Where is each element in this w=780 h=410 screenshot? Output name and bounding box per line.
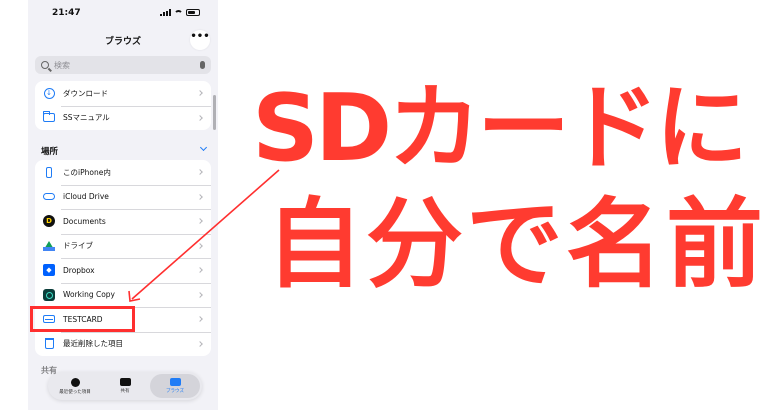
sidebar-item-documents[interactable]: D Documents <box>35 209 211 234</box>
list-item-label: Working Copy <box>63 290 115 300</box>
list-item-label: ダウンロード <box>63 88 108 98</box>
chevron-right-icon <box>197 340 203 347</box>
chevron-right-icon <box>197 316 203 323</box>
list-item-label: ドライブ <box>63 241 93 251</box>
status-icons <box>160 9 200 16</box>
chevron-right-icon <box>197 218 203 225</box>
dropbox-icon: ◆ <box>43 264 55 277</box>
chevron-right-icon <box>197 169 203 176</box>
icloud-icon <box>43 191 55 203</box>
folder-icon <box>43 111 55 124</box>
search-field[interactable]: 検索 <box>35 56 211 74</box>
chevron-right-icon <box>197 242 203 249</box>
working-copy-icon <box>43 288 55 301</box>
chevron-down-icon[interactable] <box>199 143 208 152</box>
list-item-label: 最近削除した項目 <box>63 339 123 349</box>
chevron-right-icon <box>197 90 203 97</box>
signal-icon <box>160 9 171 16</box>
download-icon: ↓ <box>43 87 55 99</box>
microphone-icon[interactable] <box>200 61 205 69</box>
google-drive-icon <box>43 240 55 252</box>
list-item-label: Documents <box>63 216 106 226</box>
search-icon <box>41 61 49 69</box>
more-options-button[interactable]: ••• <box>190 30 210 50</box>
sidebar-item-working-copy[interactable]: Working Copy <box>35 282 211 308</box>
sidebar-item-icloud-drive[interactable]: iCloud Drive <box>35 184 211 210</box>
wifi-icon <box>174 9 183 16</box>
tab-recents[interactable]: 最近使った項目 <box>50 374 100 398</box>
documents-app-icon: D <box>43 215 55 228</box>
folder-icon <box>169 378 181 386</box>
tab-bar: 最近使った項目 共有 ブラウズ <box>48 372 202 400</box>
sidebar-item-google-drive[interactable]: ドライブ <box>35 233 211 259</box>
iphone-icon <box>43 166 55 178</box>
battery-icon <box>186 9 200 16</box>
list-item-label: Dropbox <box>63 265 95 275</box>
highlight-box <box>30 306 135 332</box>
list-item-label: このiPhone内 <box>63 167 111 177</box>
list-item-label: iCloud Drive <box>63 192 109 202</box>
shared-icon <box>119 378 131 386</box>
sidebar-item-dropbox[interactable]: ◆ Dropbox <box>35 258 211 283</box>
caption-line-1: SDカードに <box>252 74 748 182</box>
chevron-right-icon <box>197 267 203 274</box>
chevron-right-icon <box>197 291 203 298</box>
sidebar-item-on-my-iphone[interactable]: このiPhone内 <box>35 160 211 185</box>
status-bar: 21:47 <box>28 0 218 28</box>
status-time: 21:47 <box>52 8 81 18</box>
search-input[interactable]: 検索 <box>54 60 200 71</box>
tab-browse[interactable]: ブラウズ <box>150 374 200 398</box>
tab-label: 共有 <box>120 389 130 394</box>
clock-icon <box>70 377 80 387</box>
chevron-right-icon <box>197 193 203 200</box>
scroll-indicator[interactable] <box>213 95 216 130</box>
locations-section-header: 場所 <box>41 147 59 157</box>
tab-label: 最近使った項目 <box>59 389 91 395</box>
tab-label: ブラウズ <box>166 389 184 394</box>
chevron-right-icon <box>197 114 203 121</box>
sidebar-item-downloads[interactable]: ↓ ダウンロード <box>35 81 211 106</box>
tab-shared[interactable]: 共有 <box>100 374 150 398</box>
caption-line-2: 自分で名前 <box>266 188 766 301</box>
sidebar-item-ss-manual[interactable]: SSマニュアル <box>35 105 211 131</box>
list-item-label: SSマニュアル <box>63 113 110 123</box>
files-app-screen: 21:47 ブラウズ ••• 検索 ↓ ダウンロード SSマニュアル 場所 この <box>28 0 218 410</box>
favorites-list: ↓ ダウンロード SSマニュアル <box>35 81 211 130</box>
trash-icon <box>43 338 55 350</box>
sidebar-item-recently-deleted[interactable]: 最近削除した項目 <box>35 331 211 357</box>
